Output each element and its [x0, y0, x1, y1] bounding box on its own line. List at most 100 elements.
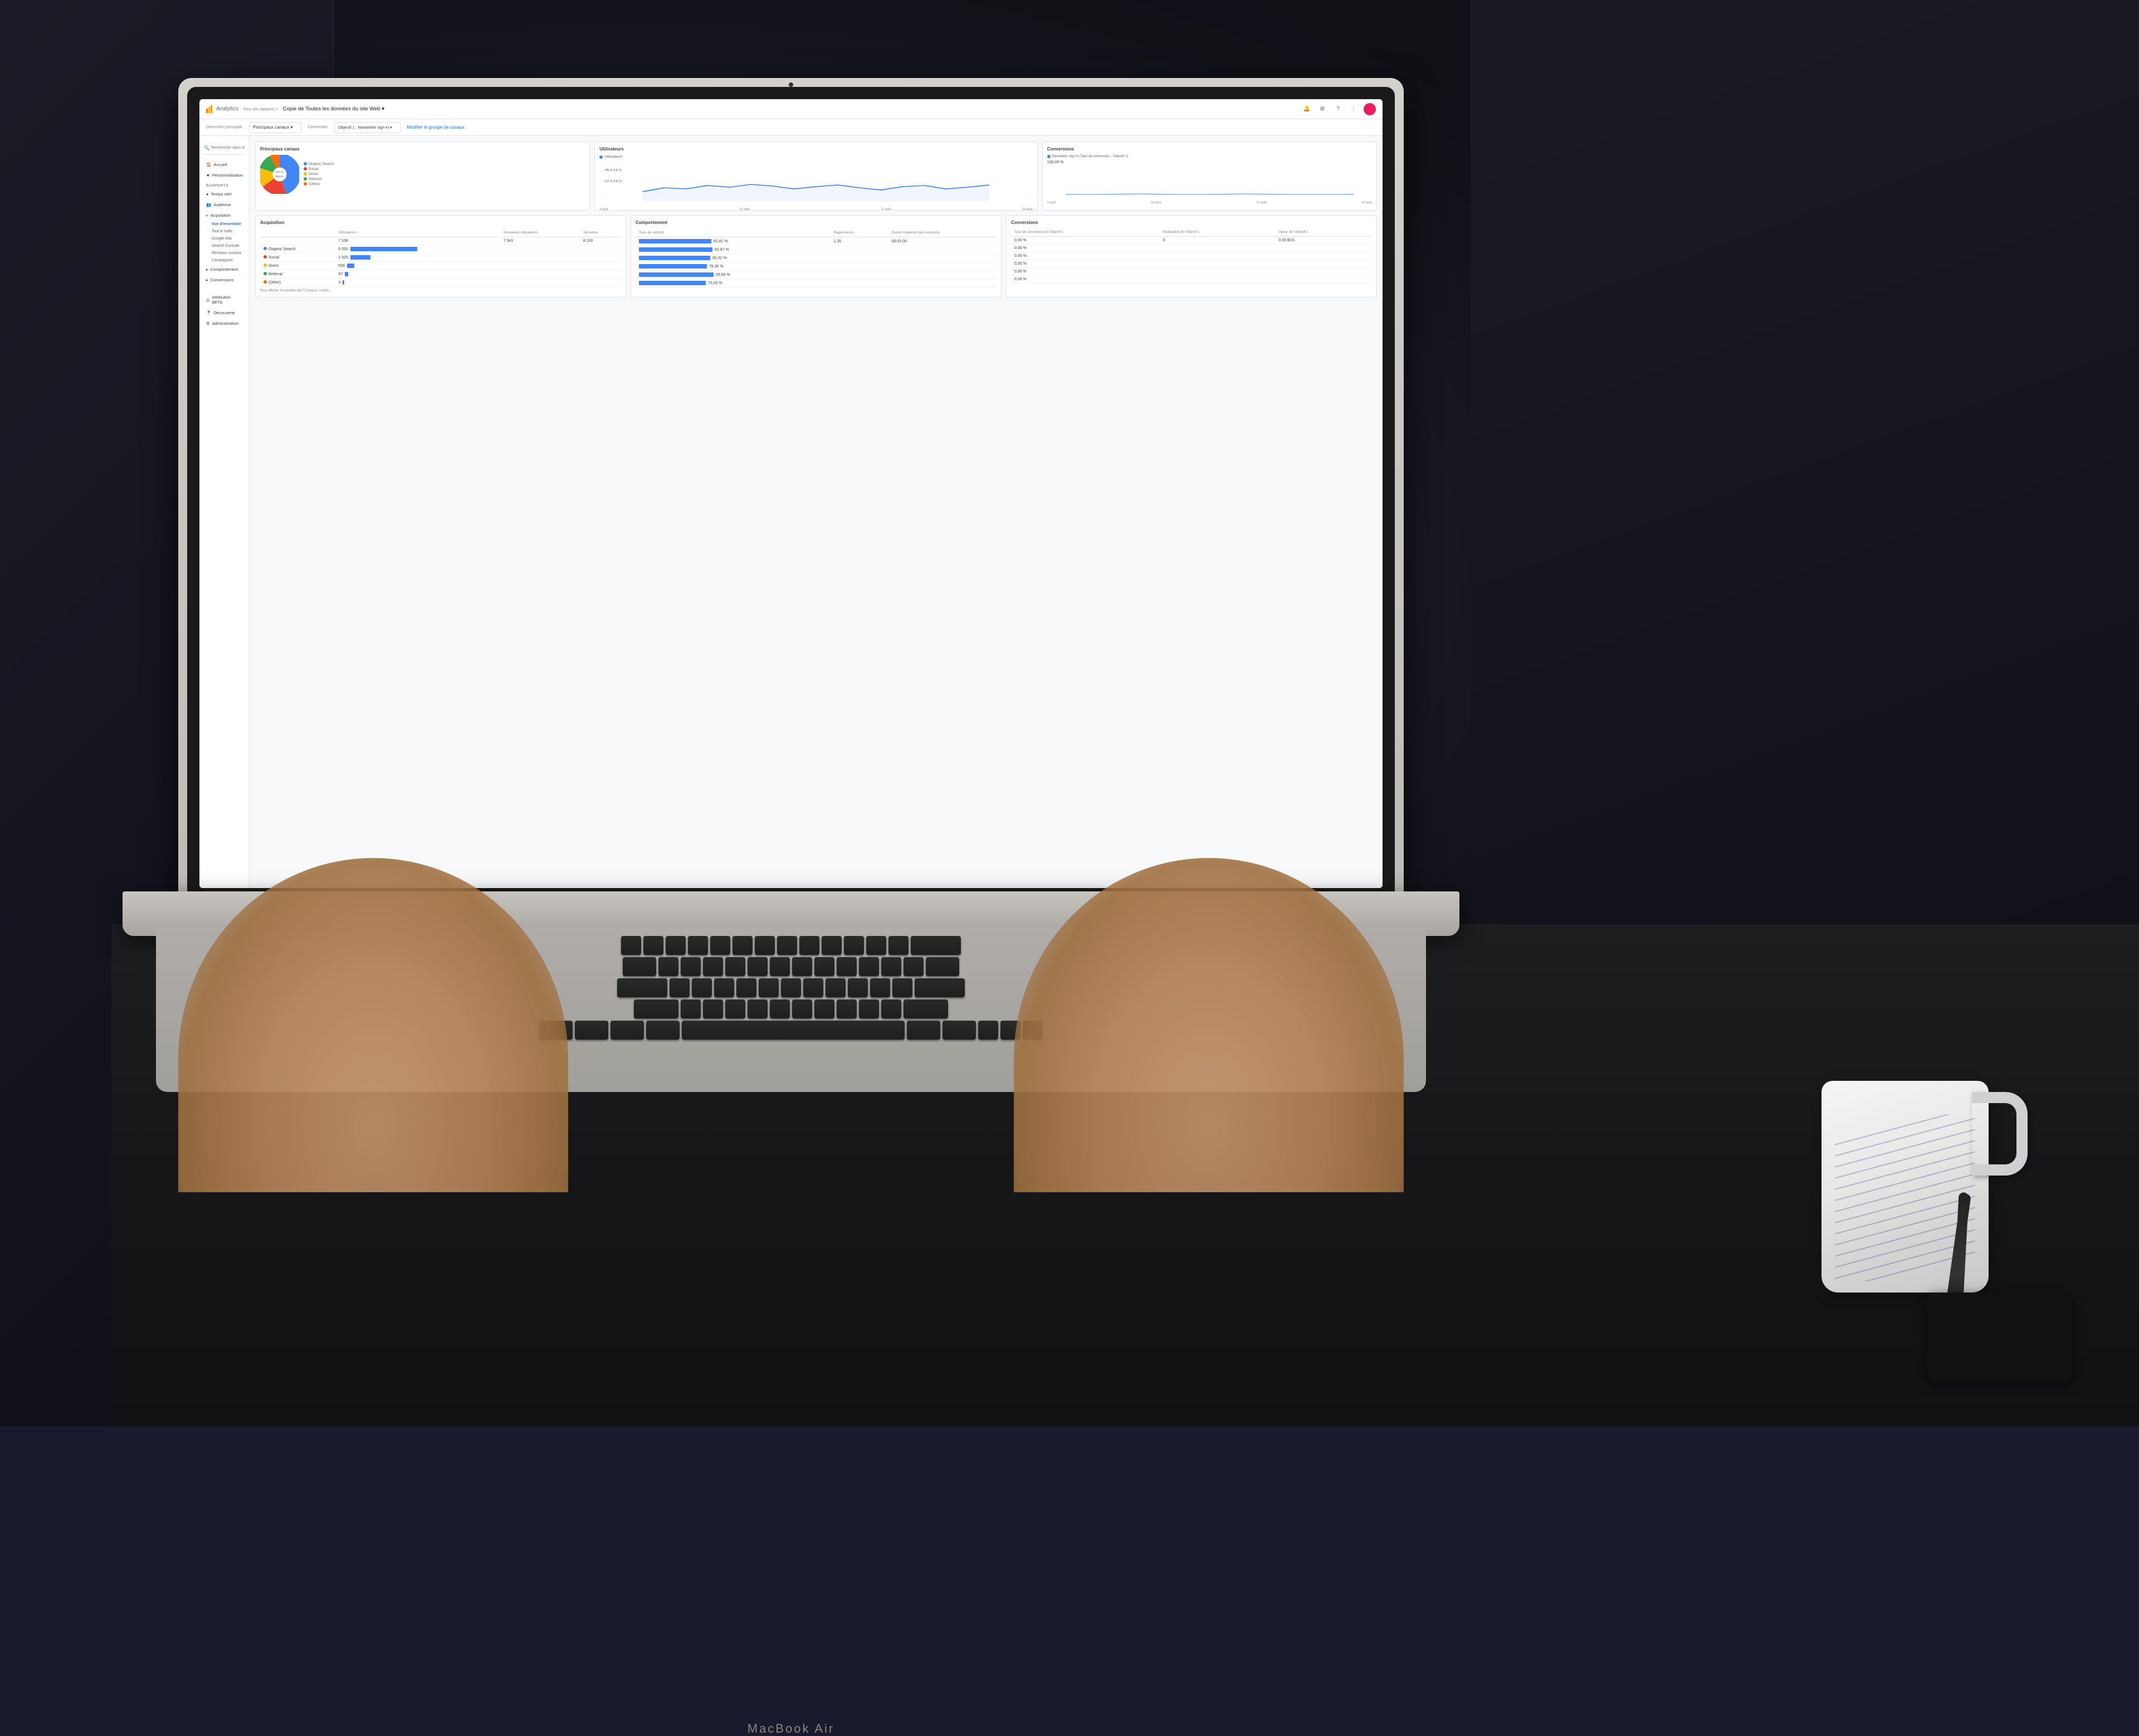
- key-shift[interactable]: [634, 999, 678, 1018]
- key[interactable]: [621, 936, 641, 955]
- key[interactable]: [736, 978, 756, 997]
- key[interactable]: [643, 936, 663, 955]
- key[interactable]: [748, 999, 768, 1018]
- sidebar-item-temps-reel[interactable]: ● Temps réel: [199, 189, 249, 199]
- sidebar-sub-google-ads[interactable]: Google Ads: [199, 235, 249, 242]
- key[interactable]: [777, 936, 797, 955]
- col-duration: Durée moyenne des sessions: [888, 228, 997, 237]
- sidebar-sub-tout-trafic[interactable]: Tout le trafic: [199, 228, 249, 235]
- dimension-select[interactable]: Principaux canaux ▾: [249, 122, 301, 133]
- comportement-table-title: Comportement: [636, 220, 997, 225]
- key[interactable]: [792, 957, 812, 976]
- key[interactable]: [681, 957, 701, 976]
- key[interactable]: [670, 978, 690, 997]
- sidebar-item-personalisation[interactable]: ★ Personnalisation: [199, 170, 249, 181]
- key-cmd[interactable]: [646, 1021, 680, 1040]
- sidebar-sub-search-console[interactable]: Search Console: [199, 242, 249, 250]
- key[interactable]: [837, 957, 857, 976]
- key[interactable]: [792, 999, 812, 1018]
- key[interactable]: [814, 957, 834, 976]
- key[interactable]: [799, 936, 819, 955]
- key-caps[interactable]: [617, 978, 667, 997]
- acquisition-table-card: Acquisition Utilisateurs ↑ Nouveaux util…: [255, 215, 626, 298]
- grid-icon[interactable]: ⊞: [1317, 104, 1328, 115]
- key-shift-r[interactable]: [904, 999, 948, 1018]
- bottom-cards-row: Acquisition Utilisateurs ↑ Nouveaux util…: [255, 215, 1377, 298]
- key-ctrl[interactable]: [575, 1021, 608, 1040]
- key[interactable]: [658, 957, 678, 976]
- key[interactable]: [688, 936, 708, 955]
- key[interactable]: [866, 936, 886, 955]
- top-cards-row: Principaux canaux: [255, 142, 1377, 211]
- sidebar-item-audience[interactable]: 👥 Audience: [199, 199, 249, 210]
- sidebar-item-acquisition[interactable]: ▸ Acquisition: [199, 210, 249, 221]
- key[interactable]: [826, 978, 846, 997]
- conversion-select[interactable]: Objectif 1 : Newsletter sign-in ▾: [334, 122, 401, 133]
- notification-icon[interactable]: 🔔: [1301, 104, 1312, 115]
- sidebar-sub-reseaux-sociaux[interactable]: Réseaux sociaux: [199, 250, 249, 257]
- key-alt-r[interactable]: [942, 1021, 976, 1040]
- utilisateurs-card: Utilisateurs Utilisateurs: [594, 142, 1038, 211]
- search-input[interactable]: [211, 143, 245, 153]
- key[interactable]: [755, 936, 775, 955]
- sidebar-sub-campagnes[interactable]: Campagnes: [199, 257, 249, 264]
- key[interactable]: [859, 999, 879, 1018]
- col-users[interactable]: Utilisateurs ↑: [335, 228, 500, 237]
- key[interactable]: [725, 957, 745, 976]
- key[interactable]: [822, 936, 842, 955]
- key[interactable]: [837, 999, 857, 1018]
- key[interactable]: [904, 957, 924, 976]
- header-icons: 🔔 ⊞ ? ⋮: [1301, 103, 1376, 115]
- key[interactable]: [692, 978, 712, 997]
- sidebar-item-comportement[interactable]: ▸ Comportement: [199, 264, 249, 275]
- key-return[interactable]: [926, 957, 959, 976]
- key[interactable]: [888, 936, 909, 955]
- key[interactable]: [703, 957, 723, 976]
- sidebar-item-decouverte[interactable]: 📍 Découverte: [199, 308, 249, 318]
- help-icon[interactable]: ?: [1332, 104, 1344, 115]
- col-pages: Pages/sessi...: [830, 228, 888, 237]
- user-avatar[interactable]: [1364, 103, 1376, 115]
- key[interactable]: [881, 999, 901, 1018]
- key[interactable]: [703, 999, 723, 1018]
- key[interactable]: [881, 957, 901, 976]
- key[interactable]: [725, 999, 745, 1018]
- key[interactable]: [781, 978, 801, 997]
- table-row: (Other) 3: [260, 279, 621, 287]
- sidebar-item-administration[interactable]: ⚙ Administration: [199, 318, 249, 329]
- modify-channels-link[interactable]: Modifier le groupe de canaux: [407, 125, 465, 130]
- key[interactable]: [770, 999, 790, 1018]
- key[interactable]: [681, 999, 701, 1018]
- key[interactable]: [870, 978, 890, 997]
- key[interactable]: [666, 936, 686, 955]
- key-return2[interactable]: [915, 978, 965, 997]
- sidebar-sub-vue-ensemble[interactable]: Vue d'ensemble: [199, 221, 249, 228]
- key[interactable]: [844, 936, 864, 955]
- key[interactable]: [770, 957, 790, 976]
- key-tab[interactable]: [623, 957, 656, 976]
- key[interactable]: [803, 978, 823, 997]
- key-alt[interactable]: [611, 1021, 644, 1040]
- key[interactable]: [748, 957, 768, 976]
- key[interactable]: [732, 936, 753, 955]
- audience-icon: 👥: [206, 202, 211, 207]
- key[interactable]: [759, 978, 779, 997]
- direct-dot: [304, 172, 307, 175]
- key[interactable]: [710, 936, 730, 955]
- key-delete[interactable]: [911, 936, 961, 955]
- acquisition-note: Pour afficher l'ensemble des 5 Canaux, r…: [260, 289, 621, 292]
- key[interactable]: [859, 957, 879, 976]
- sidebar-item-attribution[interactable]: ◎ Attribution BETA: [199, 292, 249, 308]
- ga-logo: Analytics: [206, 105, 238, 113]
- key[interactable]: [814, 999, 834, 1018]
- key[interactable]: [848, 978, 868, 997]
- sidebar-item-accueil[interactable]: 🏠 Accueil: [199, 159, 249, 170]
- key-space[interactable]: [682, 1021, 905, 1040]
- more-icon[interactable]: ⋮: [1348, 104, 1359, 115]
- sidebar-item-conversions[interactable]: ▸ Conversions: [199, 275, 249, 285]
- key[interactable]: [714, 978, 734, 997]
- key[interactable]: [892, 978, 912, 997]
- key-cmd-r[interactable]: [907, 1021, 940, 1040]
- referral-bar-cell: 97: [338, 272, 496, 276]
- key-left[interactable]: [978, 1021, 998, 1040]
